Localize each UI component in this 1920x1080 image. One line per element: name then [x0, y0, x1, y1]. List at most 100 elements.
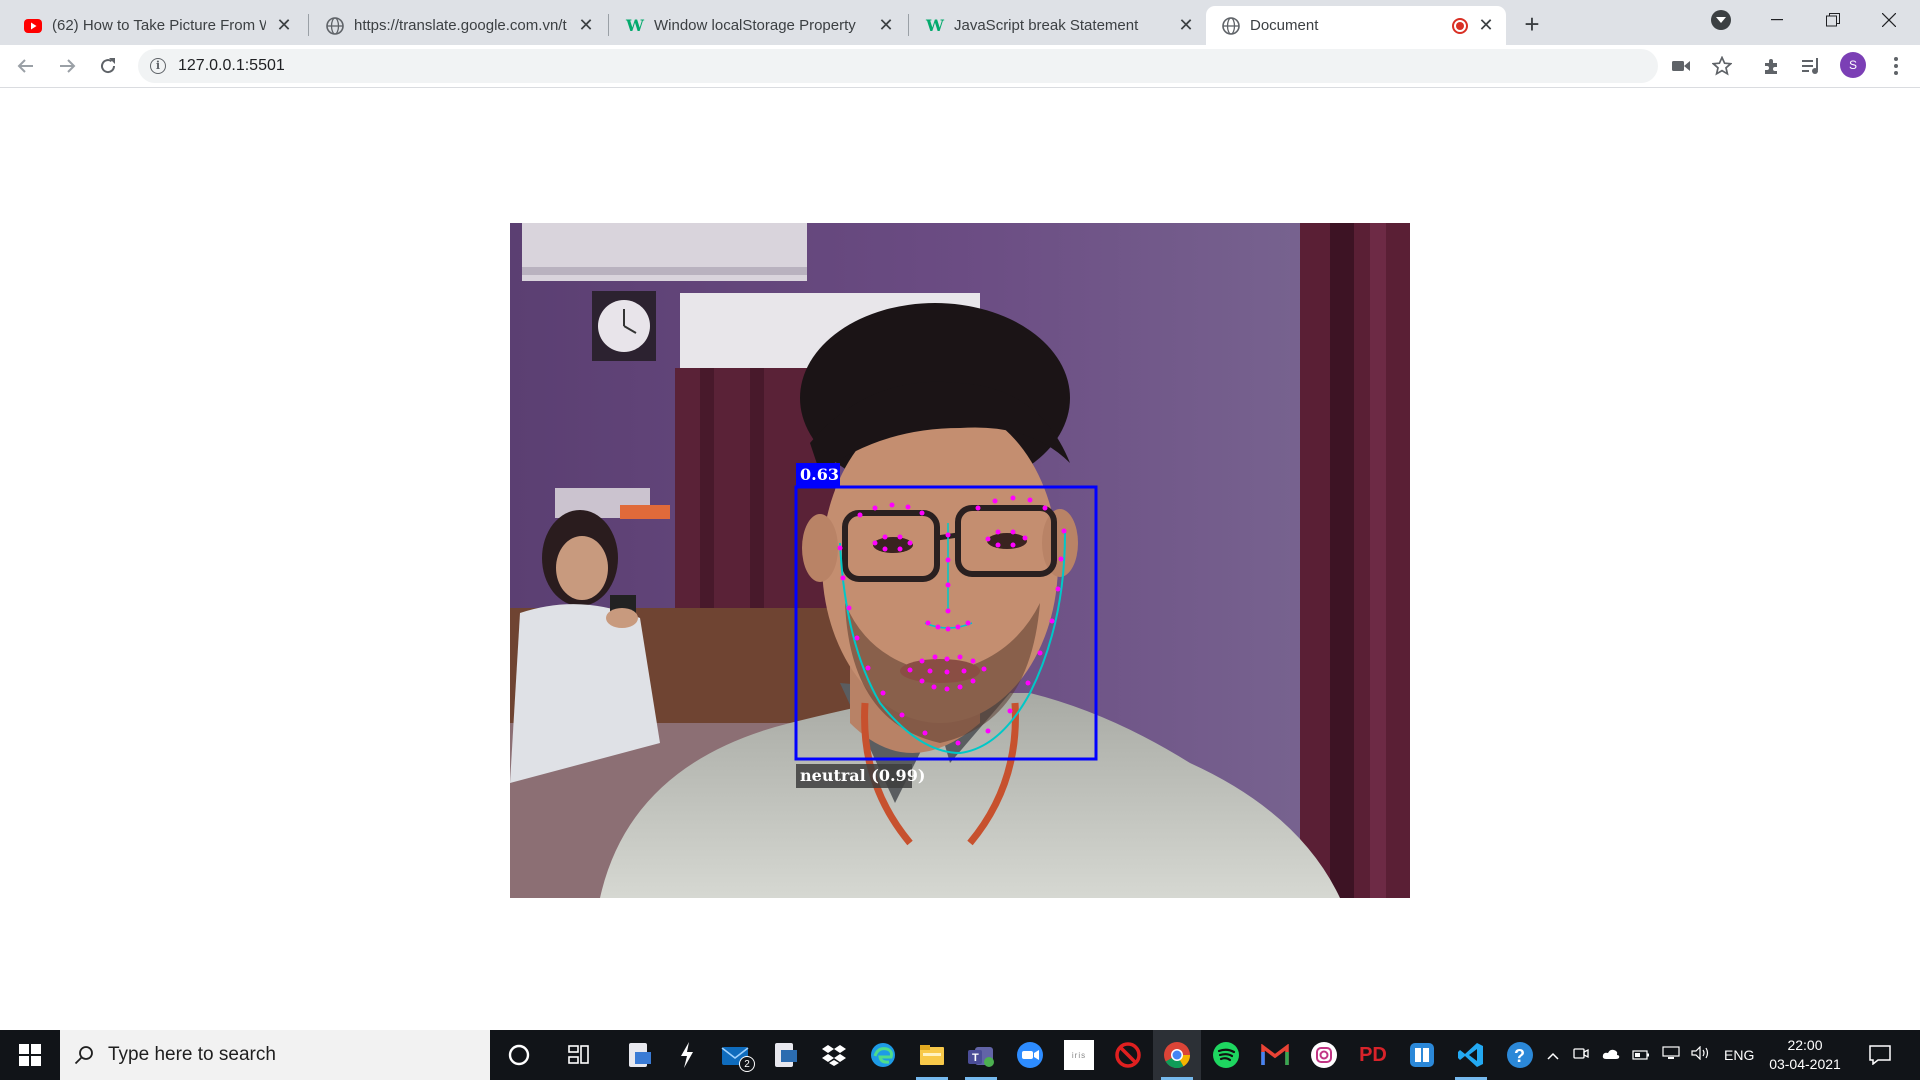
tab-search-button[interactable] — [1698, 0, 1744, 40]
address-url[interactable]: 127.0.0.1:5501 — [178, 57, 285, 75]
recording-icon — [1452, 17, 1468, 34]
webcam-video: 0.63 neutral (0.99) — [510, 223, 1410, 898]
chevron-down-icon — [1711, 10, 1731, 30]
camera-in-use-button[interactable] — [1665, 50, 1697, 82]
w3schools-icon: W — [626, 16, 644, 35]
tab-break-statement[interactable]: W JavaScript break Statement ✕ — [910, 6, 1206, 45]
site-info-icon[interactable]: i — [150, 58, 166, 74]
spotify-icon[interactable] — [1202, 1030, 1250, 1080]
extensions-button[interactable] — [1756, 50, 1788, 82]
playlist-icon — [1802, 58, 1818, 74]
profile-avatar[interactable]: S — [1840, 52, 1866, 78]
star-icon — [1712, 56, 1732, 76]
windows-taskbar: Type here to search 2 T iris PD ? ENG 22… — [0, 1030, 1920, 1080]
vscode-icon[interactable] — [1447, 1030, 1495, 1080]
pdf-app-icon[interactable]: PD — [1349, 1030, 1397, 1080]
mail-icon[interactable]: 2 — [712, 1030, 760, 1080]
blocker-icon[interactable] — [1104, 1030, 1152, 1080]
windows-logo-icon — [19, 1044, 41, 1066]
tab-translate[interactable]: https://translate.google.com.vn/t ✕ — [310, 6, 606, 45]
chevron-up-icon[interactable] — [1540, 1047, 1566, 1064]
tab-separator — [308, 14, 309, 36]
close-icon[interactable]: ✕ — [576, 15, 596, 36]
gmail-icon[interactable] — [1251, 1030, 1299, 1080]
page-content: 0.63 neutral (0.99) — [0, 89, 1920, 1030]
tab-title: https://translate.google.com.vn/t — [354, 17, 567, 34]
expression-label: neutral (0.99) — [800, 766, 926, 785]
help-icon[interactable]: ? — [1496, 1030, 1544, 1080]
mail-badge: 2 — [739, 1056, 755, 1072]
forward-button[interactable] — [51, 50, 83, 82]
close-icon[interactable]: ✕ — [1476, 15, 1496, 36]
arrow-left-icon — [17, 59, 33, 73]
cortana-icon[interactable] — [495, 1030, 543, 1080]
arrow-right-icon — [60, 59, 76, 73]
tab-document[interactable]: Document ✕ — [1206, 6, 1506, 45]
reader-app-icon[interactable] — [1398, 1030, 1446, 1080]
tab-title: (62) How to Take Picture From W — [52, 17, 266, 34]
onedrive-icon[interactable] — [1596, 1047, 1626, 1064]
iris-icon[interactable]: iris — [1055, 1030, 1103, 1080]
detection-score-label: 0.63 — [800, 465, 839, 484]
svg-text:T: T — [972, 1052, 979, 1064]
clock-time: 22:00 — [1787, 1037, 1823, 1053]
taskbar-search[interactable]: Type here to search — [60, 1030, 490, 1080]
task-view-icon[interactable] — [555, 1030, 603, 1080]
bookmark-button[interactable] — [1706, 50, 1738, 82]
meet-now-icon[interactable] — [1566, 1046, 1596, 1064]
address-bar[interactable]: i 127.0.0.1:5501 — [138, 49, 1658, 83]
tab-title: Window localStorage Property — [654, 17, 856, 34]
video-camera-icon — [1672, 61, 1690, 71]
media-control-button[interactable] — [1796, 50, 1828, 82]
tab-localstorage[interactable]: W Window localStorage Property ✕ — [610, 6, 906, 45]
network-icon[interactable] — [1656, 1046, 1686, 1064]
pdf-editor-icon[interactable] — [761, 1030, 809, 1080]
menu-button[interactable] — [1880, 50, 1912, 82]
search-placeholder: Type here to search — [108, 1044, 276, 1065]
tab-title: JavaScript break Statement — [954, 17, 1139, 34]
svg-text:?: ? — [1514, 1046, 1525, 1066]
close-icon — [1882, 13, 1896, 27]
action-center-icon[interactable] — [1856, 1030, 1904, 1080]
reload-icon — [101, 58, 116, 74]
close-window-button[interactable] — [1866, 0, 1912, 40]
puzzle-icon — [1765, 59, 1777, 74]
new-tab-button[interactable]: + — [1516, 8, 1548, 40]
zoom-icon[interactable] — [1006, 1030, 1054, 1080]
winamp-icon[interactable] — [663, 1030, 711, 1080]
minimize-icon — [1771, 19, 1783, 21]
youtube-icon — [24, 17, 42, 35]
tab-youtube[interactable]: (62) How to Take Picture From W ✕ — [8, 6, 304, 45]
globe-icon — [326, 16, 344, 35]
restore-icon — [1826, 13, 1840, 27]
webcam-frame — [510, 223, 1410, 898]
start-button[interactable] — [0, 1030, 60, 1080]
tab-separator — [908, 14, 909, 36]
close-icon[interactable]: ✕ — [876, 15, 896, 36]
globe-icon — [1222, 16, 1240, 35]
close-icon[interactable]: ✕ — [1176, 15, 1196, 36]
pdf-reader-icon[interactable] — [615, 1030, 663, 1080]
file-explorer-icon[interactable] — [908, 1030, 956, 1080]
dropbox-icon[interactable] — [810, 1030, 858, 1080]
search-icon — [74, 1046, 93, 1065]
reload-button[interactable] — [92, 50, 124, 82]
volume-icon[interactable] — [1686, 1045, 1716, 1064]
battery-icon[interactable] — [1626, 1047, 1656, 1064]
tab-strip: (62) How to Take Picture From W ✕ https:… — [0, 0, 1920, 45]
close-icon[interactable]: ✕ — [274, 15, 294, 36]
back-button[interactable] — [10, 50, 42, 82]
chrome-icon[interactable] — [1153, 1030, 1201, 1080]
minimize-button[interactable] — [1754, 0, 1800, 40]
language-indicator[interactable]: ENG — [1724, 1047, 1754, 1063]
tab-separator — [608, 14, 609, 36]
taskbar-clock[interactable]: 22:00 03-04-2021 — [1760, 1036, 1850, 1074]
teams-icon[interactable]: T — [957, 1030, 1005, 1080]
restore-button[interactable] — [1810, 0, 1856, 40]
browser-toolbar: i 127.0.0.1:5501 — [0, 45, 1920, 88]
clock-date: 03-04-2021 — [1769, 1056, 1841, 1072]
kebab-menu-icon — [1894, 57, 1898, 75]
instagram-icon[interactable] — [1300, 1030, 1348, 1080]
w3schools-icon: W — [926, 16, 944, 35]
edge-icon[interactable] — [859, 1030, 907, 1080]
